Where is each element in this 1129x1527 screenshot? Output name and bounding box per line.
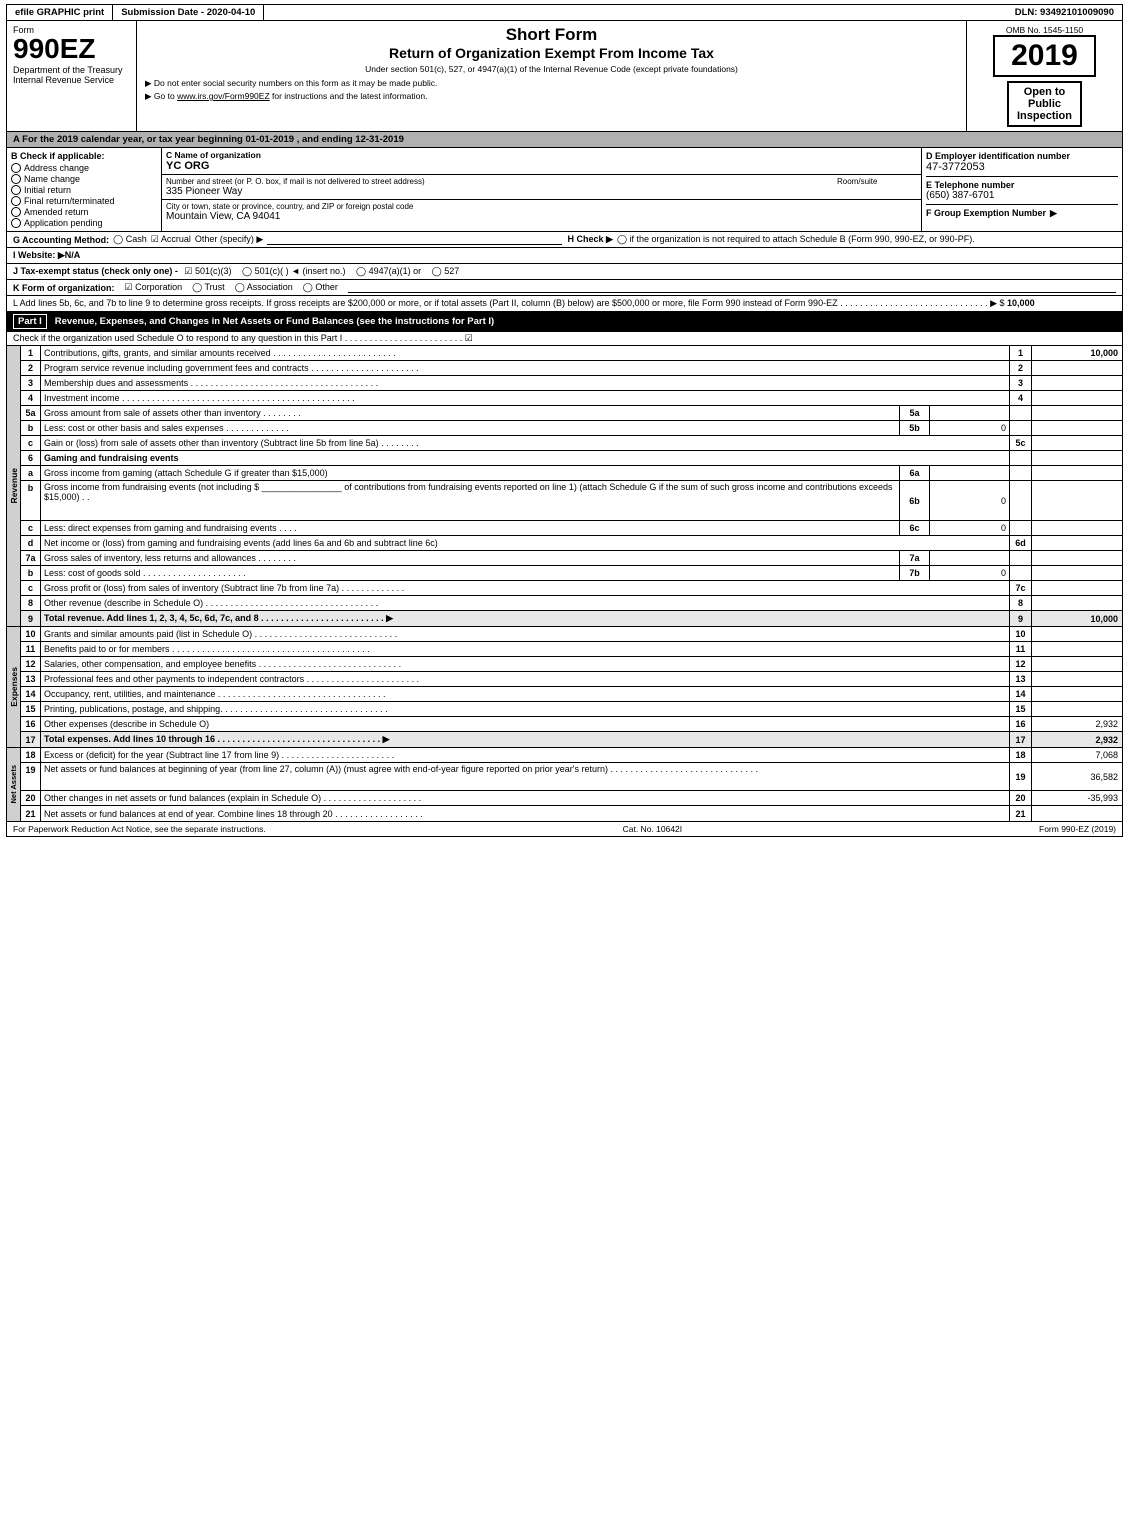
application-pending-radio[interactable] bbox=[11, 218, 21, 228]
h-section: H Check ▶ ◯ if the organization is not r… bbox=[568, 234, 1117, 245]
subtitle: Under section 501(c), 527, or 4947(a)(1)… bbox=[145, 64, 958, 74]
title-short: Short Form bbox=[145, 25, 958, 45]
title-full: Return of Organization Exempt From Incom… bbox=[145, 45, 958, 61]
row-7b: b Less: cost of goods sold . . . . . . .… bbox=[21, 566, 1122, 581]
row-7a: 7a Gross sales of inventory, less return… bbox=[21, 551, 1122, 566]
address-change-label: Address change bbox=[24, 163, 89, 173]
row-21: 21 Net assets or fund balances at end of… bbox=[21, 806, 1122, 821]
name-change-label: Name change bbox=[24, 174, 80, 184]
row-6b: b Gross income from fundraising events (… bbox=[21, 481, 1122, 521]
cash-label: ◯ Cash bbox=[113, 234, 147, 245]
dln: DLN: 93492101009090 bbox=[1007, 5, 1122, 20]
row-13: 13 Professional fees and other payments … bbox=[21, 672, 1122, 687]
row-1-desc: Contributions, gifts, grants, and simila… bbox=[41, 346, 1010, 360]
accounting-section: G Accounting Method: ◯ Cash ☑ Accrual Ot… bbox=[13, 234, 562, 245]
part1-header: Part I Revenue, Expenses, and Changes in… bbox=[6, 312, 1123, 332]
address-change-radio[interactable] bbox=[11, 163, 21, 173]
city-label: City or town, state or province, country… bbox=[166, 202, 917, 211]
row-9: 9 Total revenue. Add lines 1, 2, 3, 4, 5… bbox=[21, 611, 1122, 626]
row-5a: 5a Gross amount from sale of assets othe… bbox=[21, 406, 1122, 421]
submission-date: Submission Date - 2020-04-10 bbox=[113, 5, 264, 20]
efile-label: efile GRAPHIC print bbox=[7, 5, 113, 20]
row-5c: c Gain or (loss) from sale of assets oth… bbox=[21, 436, 1122, 451]
f-label: F Group Exemption Number ▶ bbox=[926, 208, 1118, 219]
tax-status-row: J Tax-exempt status (check only one) - ☑… bbox=[6, 264, 1123, 280]
irs-label: Internal Revenue Service bbox=[13, 75, 130, 85]
row-10: 10 Grants and similar amounts paid (list… bbox=[21, 627, 1122, 642]
row-14: 14 Occupancy, rent, utilities, and maint… bbox=[21, 687, 1122, 702]
footer-left: For Paperwork Reduction Act Notice, see … bbox=[13, 824, 266, 834]
open-public-box: Open to Public Inspection bbox=[1007, 81, 1082, 127]
calendar-row: A For the 2019 calendar year, or tax yea… bbox=[6, 132, 1123, 148]
row-2: 2 Program service revenue including gove… bbox=[21, 361, 1122, 376]
footer-center: Cat. No. 10642I bbox=[623, 824, 683, 834]
row-4: 4 Investment income . . . . . . . . . . … bbox=[21, 391, 1122, 406]
row-20: 20 Other changes in net assets or fund b… bbox=[21, 791, 1122, 806]
year-box: 2019 bbox=[993, 35, 1096, 77]
form-number: 990EZ bbox=[13, 35, 130, 63]
row-5b: b Less: cost or other basis and sales ex… bbox=[21, 421, 1122, 436]
l-row: L Add lines 5b, 6c, and 7b to line 9 to … bbox=[6, 296, 1123, 312]
street: 335 Pioneer Way bbox=[166, 186, 829, 197]
row-8: 8 Other revenue (describe in Schedule O)… bbox=[21, 596, 1122, 611]
g-label: G Accounting Method: bbox=[13, 235, 109, 245]
final-return-radio[interactable] bbox=[11, 196, 21, 206]
org-name: YC ORG bbox=[166, 160, 917, 172]
initial-return-radio[interactable] bbox=[11, 185, 21, 195]
expenses-label: Expenses bbox=[9, 667, 19, 707]
row-6d: d Net income or (loss) from gaming and f… bbox=[21, 536, 1122, 551]
row-6a: a Gross income from gaming (attach Sched… bbox=[21, 466, 1122, 481]
city: Mountain View, CA 94041 bbox=[166, 211, 917, 222]
form-org-row: K Form of organization: ☑ Corporation ◯ … bbox=[6, 280, 1123, 296]
accrual-label: ☑ Accrual bbox=[151, 234, 191, 245]
e-label: E Telephone number bbox=[926, 180, 1118, 190]
revenue-label: Revenue bbox=[9, 468, 19, 503]
name-change-radio[interactable] bbox=[11, 174, 21, 184]
row-15: 15 Printing, publications, postage, and … bbox=[21, 702, 1122, 717]
footer-right: Form 990-EZ (2019) bbox=[1039, 824, 1116, 834]
application-pending-label: Application pending bbox=[24, 218, 103, 228]
initial-return-label: Initial return bbox=[24, 185, 71, 195]
website-row: I Website: ▶N/A bbox=[6, 248, 1123, 264]
expenses-section: Expenses 10 Grants and similar amounts p… bbox=[6, 627, 1123, 748]
b-check-label: B Check if applicable: bbox=[11, 151, 157, 161]
row-6: 6 Gaming and fundraising events bbox=[21, 451, 1122, 466]
l-value: 10,000 bbox=[1007, 298, 1035, 308]
notice2: ▶ Go to www.irs.gov/Form990EZ for instru… bbox=[145, 91, 958, 102]
row-19: 19 Net assets or fund balances at beginn… bbox=[21, 763, 1122, 791]
net-assets-label: Net Assets bbox=[9, 765, 18, 804]
row-6c: c Less: direct expenses from gaming and … bbox=[21, 521, 1122, 536]
l-text: L Add lines 5b, 6c, and 7b to line 9 to … bbox=[13, 298, 1005, 308]
row-3: 3 Membership dues and assessments . . . … bbox=[21, 376, 1122, 391]
amended-return-label: Amended return bbox=[24, 207, 89, 217]
net-assets-section: Net Assets 18 Excess or (deficit) for th… bbox=[6, 748, 1123, 822]
other-label: Other (specify) ▶ bbox=[195, 234, 263, 245]
omb: OMB No. 1545-1150 bbox=[1006, 25, 1083, 35]
ein: 47-3772053 bbox=[926, 161, 1118, 173]
footer: For Paperwork Reduction Act Notice, see … bbox=[6, 822, 1123, 837]
notice1: ▶ Do not enter social security numbers o… bbox=[145, 78, 958, 89]
schedule-o-row: Check if the organization used Schedule … bbox=[6, 332, 1123, 346]
room-label: Room/suite bbox=[837, 177, 917, 186]
row-7c: c Gross profit or (loss) from sales of i… bbox=[21, 581, 1122, 596]
row-1: 1 Contributions, gifts, grants, and simi… bbox=[21, 346, 1122, 361]
row-17: 17 Total expenses. Add lines 10 through … bbox=[21, 732, 1122, 747]
dept-label: Department of the Treasury bbox=[13, 65, 130, 75]
row-16: 16 Other expenses (describe in Schedule … bbox=[21, 717, 1122, 732]
phone: (650) 387-6701 bbox=[926, 190, 1118, 201]
amended-return-radio[interactable] bbox=[11, 207, 21, 217]
d-label: D Employer identification number bbox=[926, 151, 1118, 161]
c-label: C Name of organization bbox=[166, 150, 917, 160]
row-12: 12 Salaries, other compensation, and emp… bbox=[21, 657, 1122, 672]
row-11: 11 Benefits paid to or for members . . .… bbox=[21, 642, 1122, 657]
final-return-label: Final return/terminated bbox=[24, 196, 115, 206]
revenue-section: Revenue 1 Contributions, gifts, grants, … bbox=[6, 346, 1123, 627]
row-18: 18 Excess or (deficit) for the year (Sub… bbox=[21, 748, 1122, 763]
page: efile GRAPHIC print Submission Date - 20… bbox=[0, 0, 1129, 841]
street-label: Number and street (or P. O. box, if mail… bbox=[166, 177, 829, 186]
